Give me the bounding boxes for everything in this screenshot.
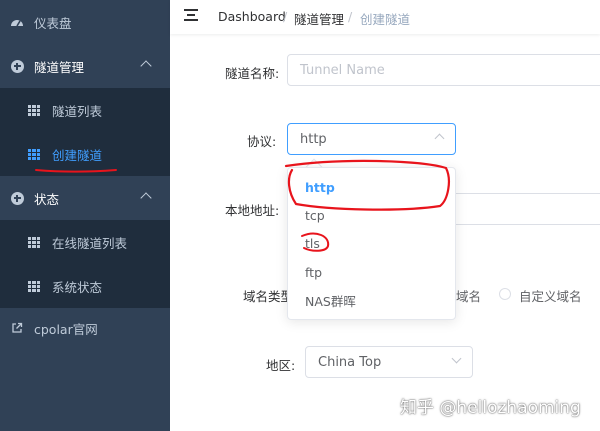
protocol-selected-value: http [300,131,327,147]
sidebar: 仪表盘 隧道管理 隧道列表 创建隧道 状态 在线隧道列表 系统状态 cpolar… [0,0,170,431]
sidebar-item-label: 系统状态 [52,279,103,295]
sidebar-item-tunnel-list[interactable]: 隧道列表 [0,88,170,132]
domain-type-label: 域名类型 [243,289,294,304]
grid-icon [27,279,41,293]
sidebar-item-cpolar-site[interactable]: cpolar官网 [0,306,170,350]
sidebar-item-system-status[interactable]: 系统状态 [0,264,170,308]
sidebar-item-status[interactable]: 状态 [0,176,170,220]
hamburger-menu-icon[interactable] [184,9,198,21]
custom-domain-label: 自定义域名 [519,289,582,304]
tunnel-name-placeholder: Tunnel Name [300,62,385,78]
zhihu-watermark: 知乎 @hellozhaoming [400,398,581,418]
protocol-option-tls[interactable]: tls [288,229,455,257]
protocol-option-ftp[interactable]: ftp [288,258,455,286]
region-selected-value: China Top [318,354,382,370]
circle-plus-icon [10,191,24,205]
local-address-label: 本地地址: [225,203,280,218]
chevron-up-icon [140,60,152,72]
sidebar-item-online-tunnels[interactable]: 在线隧道列表 [0,220,170,264]
sidebar-item-label: 隧道列表 [52,103,103,119]
grid-icon [27,235,41,249]
protocol-option-tcp[interactable]: tcp [288,201,455,229]
sidebar-item-label: cpolar官网 [34,321,98,337]
chevron-up-icon [140,192,152,204]
protocol-dropdown: http tcp tls ftp NAS群晖 [287,167,456,320]
tunnel-name-label: 隧道名称: [225,66,280,81]
chevron-up-icon [434,133,445,144]
sidebar-item-create-tunnel[interactable]: 创建隧道 [0,132,170,176]
breadcrumb-current: 创建隧道 [360,12,411,27]
external-link-icon [10,321,24,335]
sidebar-item-label: 在线隧道列表 [52,235,128,251]
protocol-select[interactable]: http [287,123,456,155]
protocol-label: 协议: [247,134,277,149]
region-label: 地区: [266,358,296,373]
circle-plus-icon [10,59,24,73]
custom-domain-radio[interactable] [499,288,511,300]
protocol-option-nas[interactable]: NAS群晖 [288,286,455,314]
sidebar-item-label: 隧道管理 [34,59,85,75]
protocol-option-http[interactable]: http [288,173,455,201]
breadcrumb-separator: / [283,9,288,24]
region-select[interactable]: China Top [305,346,473,378]
sidebar-item-dashboard[interactable]: 仪表盘 [0,0,170,44]
grid-icon [27,103,41,117]
chevron-down-icon [451,353,462,364]
sidebar-item-tunnel-management[interactable]: 隧道管理 [0,44,170,88]
sidebar-item-label: 状态 [34,191,60,207]
breadcrumb-home[interactable]: Dashboard [218,9,286,24]
grid-icon [27,147,41,161]
domain-option-label: 域名 [456,289,482,304]
tunnel-name-input[interactable]: Tunnel Name [287,54,600,86]
sidebar-item-label: 仪表盘 [34,15,72,31]
sidebar-item-label: 创建隧道 [52,147,103,163]
breadcrumb-separator: / [348,9,353,24]
dashboard-icon [10,15,24,29]
breadcrumb-section[interactable]: 隧道管理 [294,9,344,28]
